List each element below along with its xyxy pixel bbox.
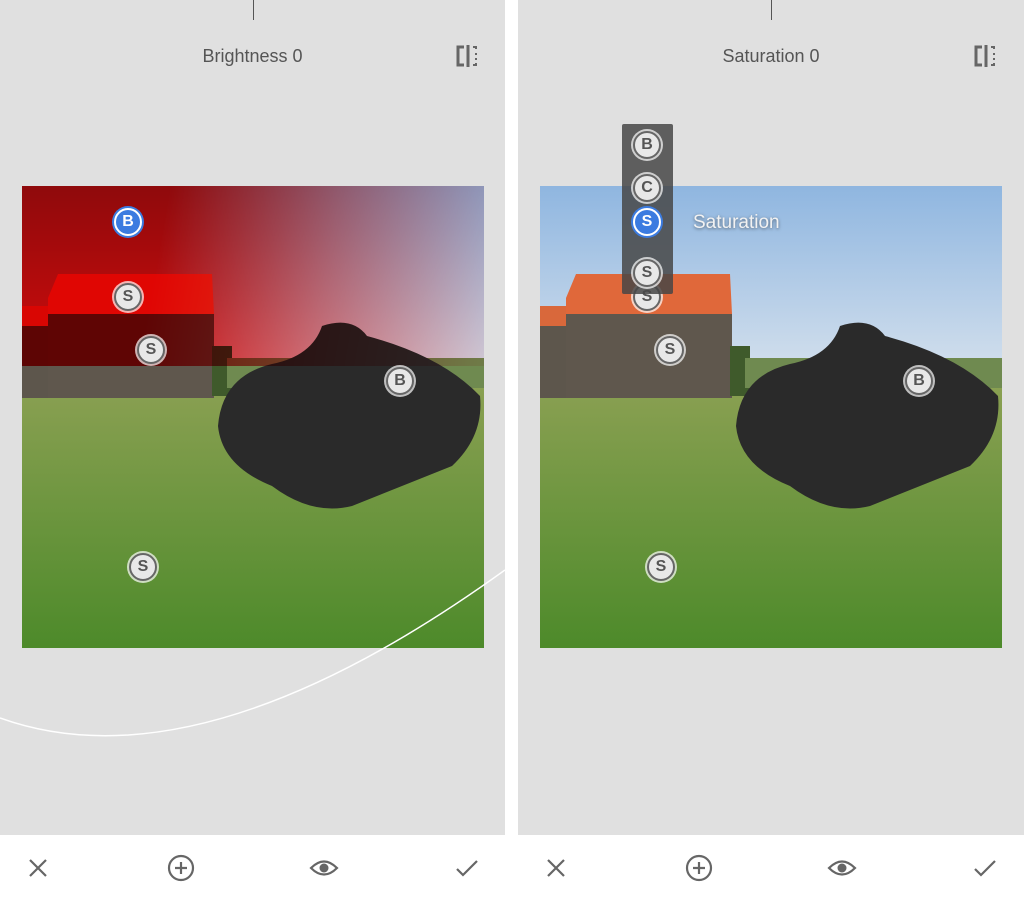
bottom-toolbar [0, 835, 506, 900]
top-indicator [771, 0, 772, 20]
check-icon[interactable] [970, 853, 1000, 883]
control-pin[interactable]: S [114, 283, 142, 311]
check-icon[interactable] [452, 853, 482, 883]
control-pin[interactable]: S [647, 553, 675, 581]
add-icon[interactable] [684, 853, 714, 883]
photo-scene [540, 186, 1002, 648]
left-editor-panel: Brightness 0 B S S B S [0, 0, 505, 835]
menu-contrast[interactable]: C [633, 174, 661, 202]
photo[interactable] [540, 186, 1002, 648]
menu-label: Saturation [693, 212, 780, 233]
control-pin[interactable]: S [129, 553, 157, 581]
compare-icon[interactable] [973, 44, 999, 68]
close-icon[interactable] [541, 853, 571, 883]
brightness-mask [22, 186, 484, 366]
control-pin[interactable]: S [137, 336, 165, 364]
right-editor-panel: Saturation 0 [518, 0, 1024, 835]
adjust-title: Brightness 0 [202, 46, 303, 66]
adjust-title: Saturation 0 [722, 46, 820, 66]
control-pin[interactable]: B [905, 367, 933, 395]
eye-icon[interactable] [827, 853, 857, 883]
menu-saturation[interactable]: S [633, 208, 661, 236]
control-pin[interactable]: B [386, 367, 414, 395]
compare-icon[interactable] [455, 44, 481, 68]
menu-structure[interactable]: S [633, 259, 661, 287]
close-icon[interactable] [23, 853, 53, 883]
adjust-arc [0, 569, 505, 737]
control-pin[interactable]: B [114, 208, 142, 236]
bottom-toolbar [518, 835, 1024, 900]
menu-brightness[interactable]: B [633, 131, 661, 159]
add-icon[interactable] [166, 853, 196, 883]
eye-icon[interactable] [309, 853, 339, 883]
top-indicator [253, 0, 254, 20]
control-pin[interactable]: S [656, 336, 684, 364]
